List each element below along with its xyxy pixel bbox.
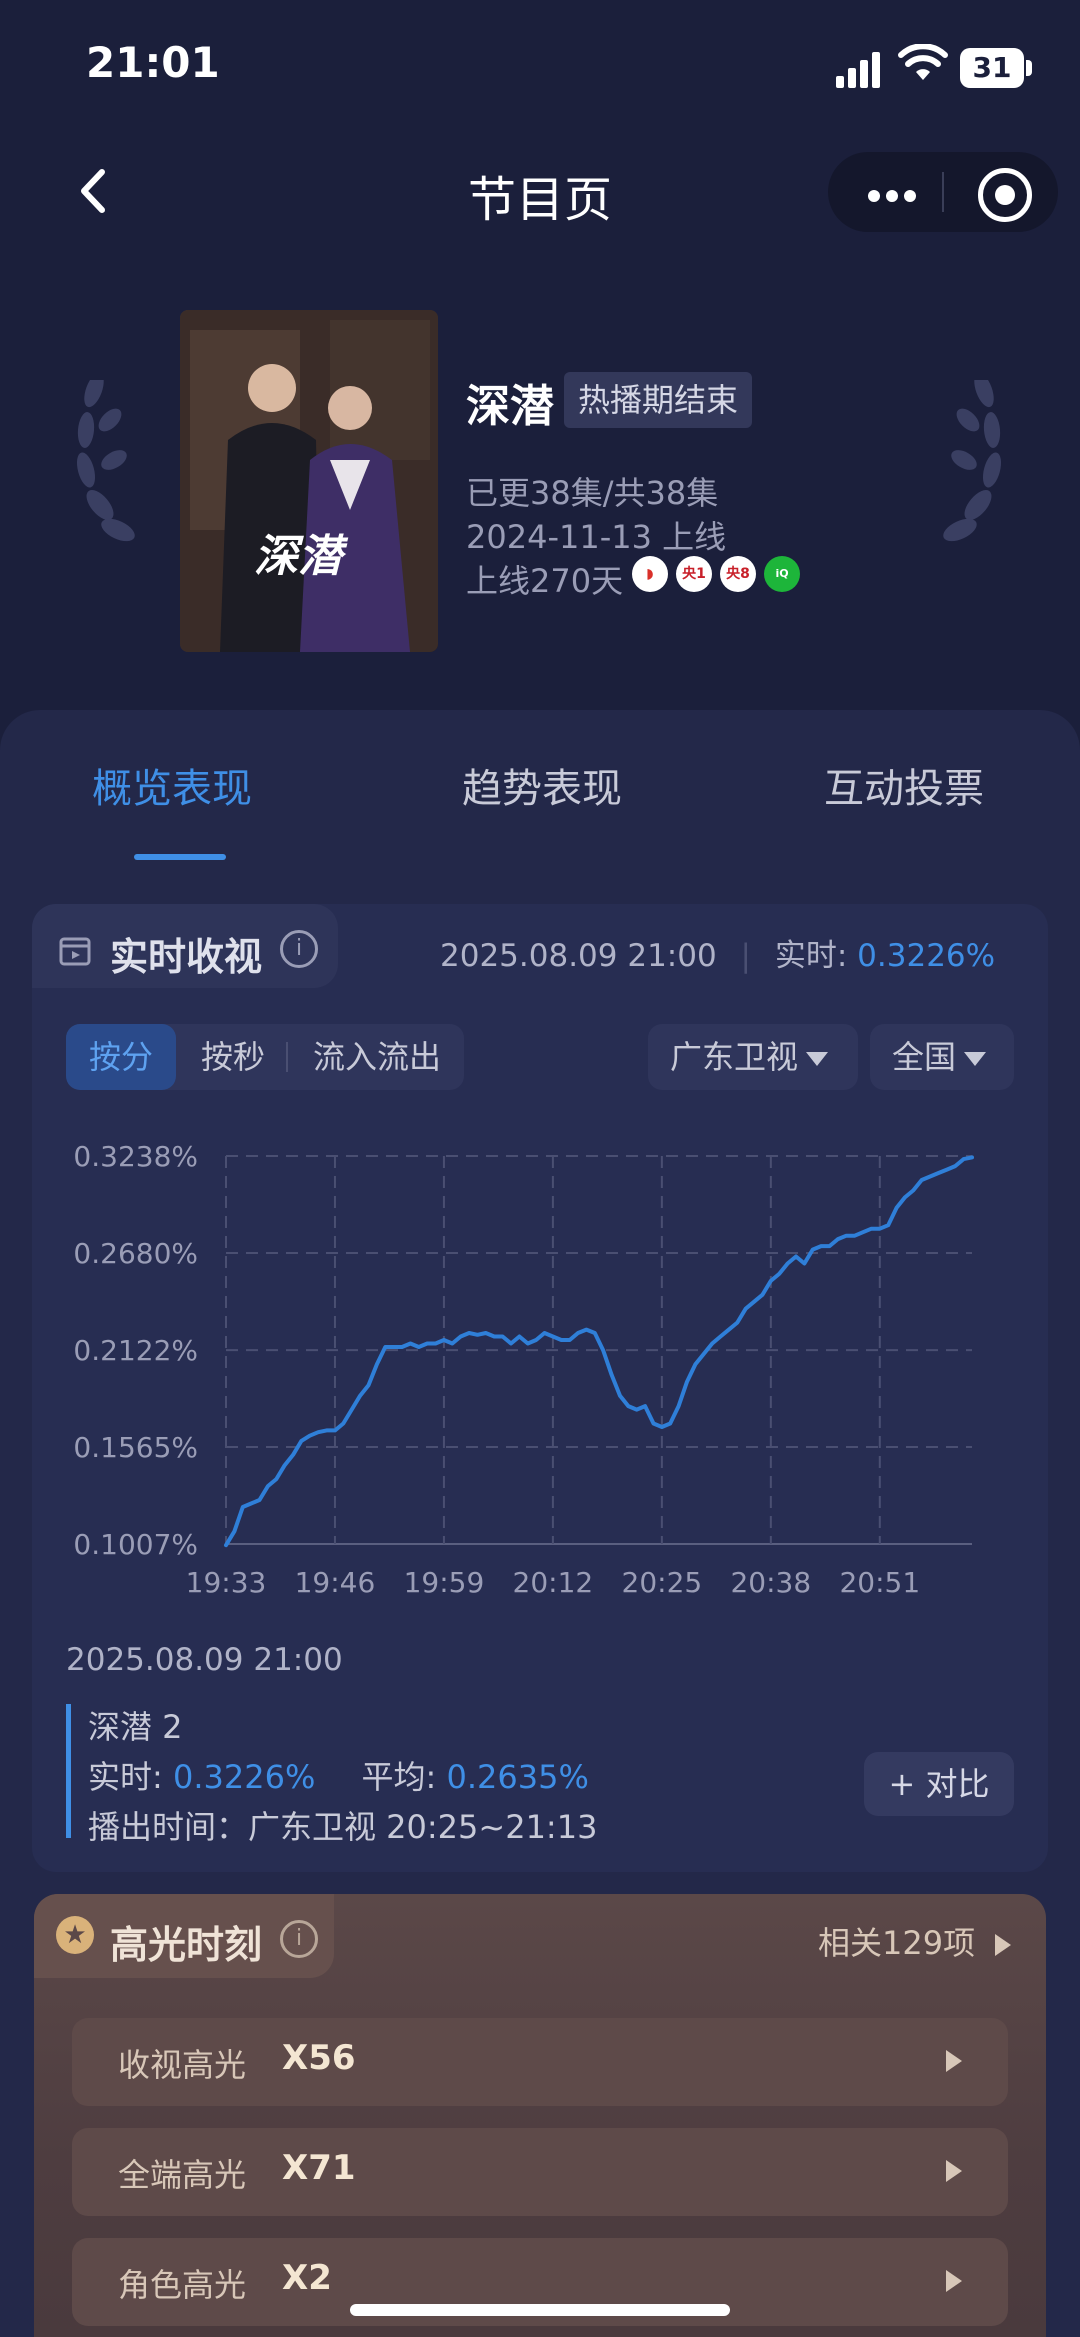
channel-value: 广东卫视 <box>670 1038 799 1076</box>
highlight-row-rating[interactable]: 收视高光 X56 <box>72 2018 1008 2106</box>
highlights-related-link[interactable]: 相关129项 <box>818 1918 1012 1964</box>
detail-rt-value: 0.3226% <box>172 1758 316 1796</box>
poster-title: 深潜 <box>254 531 342 582</box>
wifi-icon <box>898 44 948 80</box>
x-tick-label: 20:12 <box>513 1566 594 1599</box>
caret-down-icon <box>964 1052 987 1066</box>
channel-dropdown[interactable]: 广东卫视 <box>648 1024 858 1090</box>
laurel-right-icon <box>943 380 1002 542</box>
y-tick-label: 0.1007% <box>73 1528 198 1561</box>
realtime-timestamp: 2025.08.09 21:00 <box>440 938 717 974</box>
caret-down-icon <box>806 1052 829 1066</box>
x-tick-label: 19:59 <box>404 1566 485 1599</box>
segment-flow[interactable]: 流入流出 <box>290 1024 464 1090</box>
play-arrow-icon <box>946 2270 962 2292</box>
play-arrow-icon <box>946 2160 962 2182</box>
divider: | <box>740 938 751 974</box>
x-tick-label: 19:46 <box>295 1566 376 1599</box>
highlight-count: X56 <box>282 2038 356 2078</box>
more-icon[interactable] <box>868 187 922 206</box>
battery-tip <box>1026 60 1032 76</box>
cctv8-icon: 央8 <box>720 556 756 592</box>
battery-icon: 31 <box>960 48 1024 88</box>
poster-art <box>180 310 438 652</box>
iqiyi-icon: iQ <box>764 556 800 592</box>
status-badge: 热播期结束 <box>564 372 753 428</box>
tab-vote[interactable]: 互动投票 <box>824 756 984 814</box>
home-indicator <box>350 2304 730 2316</box>
realtime-rating-label: 实时: <box>774 938 848 974</box>
premiere-date: 2024-11-13 上线 <box>466 518 727 556</box>
tab-overview[interactable]: 概览表现 <box>92 756 252 814</box>
x-tick-label: 20:25 <box>622 1566 703 1599</box>
detail-program: 深潜 2 <box>88 1708 183 1746</box>
region-dropdown[interactable]: 全国 <box>870 1024 1014 1090</box>
compare-button[interactable]: + 对比 <box>864 1752 1014 1816</box>
star-icon: ★ <box>56 1916 94 1954</box>
highlight-label: 收视高光 <box>118 2046 247 2084</box>
mini-program-capsule <box>828 152 1058 232</box>
signal-icon <box>836 52 884 88</box>
info-icon[interactable]: i <box>280 930 318 968</box>
highlight-count: X71 <box>282 2148 356 2188</box>
series-line <box>224 1155 974 1548</box>
show-title: 深潜 <box>466 381 554 432</box>
segment-by-minute[interactable]: 按分 <box>66 1024 176 1090</box>
y-tick-label: 0.2122% <box>73 1334 198 1367</box>
x-tick-label: 20:51 <box>839 1566 920 1599</box>
detail-avg-value: 0.2635% <box>446 1758 589 1796</box>
tab-trend[interactable]: 趋势表现 <box>462 756 622 814</box>
detail-accent-bar <box>66 1704 71 1838</box>
x-tick-label: 20:38 <box>730 1566 811 1599</box>
online-days: 上线270天 <box>466 562 624 600</box>
platform-icons: ◗ 央1 央8 iQ <box>632 556 808 592</box>
cctv1-icon: 央1 <box>676 556 712 592</box>
y-tick-label: 0.3238% <box>73 1140 198 1173</box>
play-arrow-icon <box>995 1934 1012 1956</box>
detail-timestamp: 2025.08.09 21:00 <box>66 1642 343 1678</box>
detail-avg-label: 平均: <box>361 1758 437 1796</box>
episode-count: 已更38集/共38集 <box>466 474 719 512</box>
tab-indicator <box>134 854 226 860</box>
detail-ratings: 实时: 0.3226% 平均: 0.2635% <box>88 1752 589 1798</box>
status-time: 21:01 <box>86 38 220 87</box>
y-tick-label: 0.2680% <box>73 1237 198 1270</box>
highlight-label: 全端高光 <box>118 2156 247 2194</box>
detail-rt-label: 实时: <box>88 1758 163 1796</box>
detail-airtime: 播出时间：广东卫视 20:25~21:13 <box>88 1808 598 1846</box>
guangdong-tv-icon: ◗ <box>632 556 668 592</box>
realtime-title: 实时收视 <box>110 935 263 979</box>
highlight-label: 角色高光 <box>118 2266 247 2304</box>
highlights-title: 高光时刻 <box>110 1923 263 1967</box>
highlight-count: X2 <box>282 2258 332 2298</box>
realtime-header-info: 2025.08.09 21:00 | 实时: 0.3226% <box>440 930 995 975</box>
show-poster[interactable]: 深潜 <box>180 310 438 652</box>
close-target-icon[interactable] <box>978 168 1032 222</box>
play-arrow-icon <box>946 2050 962 2072</box>
highlight-row-all-platform[interactable]: 全端高光 X71 <box>72 2128 1008 2216</box>
region-value: 全国 <box>892 1038 957 1076</box>
tv-calendar-icon <box>59 937 91 966</box>
y-tick-label: 0.1565% <box>73 1431 198 1464</box>
highlights-related-text: 相关129项 <box>818 1924 976 1962</box>
laurel-left-icon <box>76 380 135 542</box>
segment-by-second[interactable]: 按秒 <box>180 1024 286 1090</box>
segment-divider <box>286 1042 288 1072</box>
realtime-rating-value: 0.3226% <box>857 938 996 974</box>
realtime-chart[interactable]: 0.3238% 0.2680% 0.2122% 0.1565% 0.1007% 19:33… <box>40 1120 1040 1620</box>
info-icon[interactable]: i <box>280 1920 318 1958</box>
x-tick-label: 19:33 <box>186 1566 267 1599</box>
